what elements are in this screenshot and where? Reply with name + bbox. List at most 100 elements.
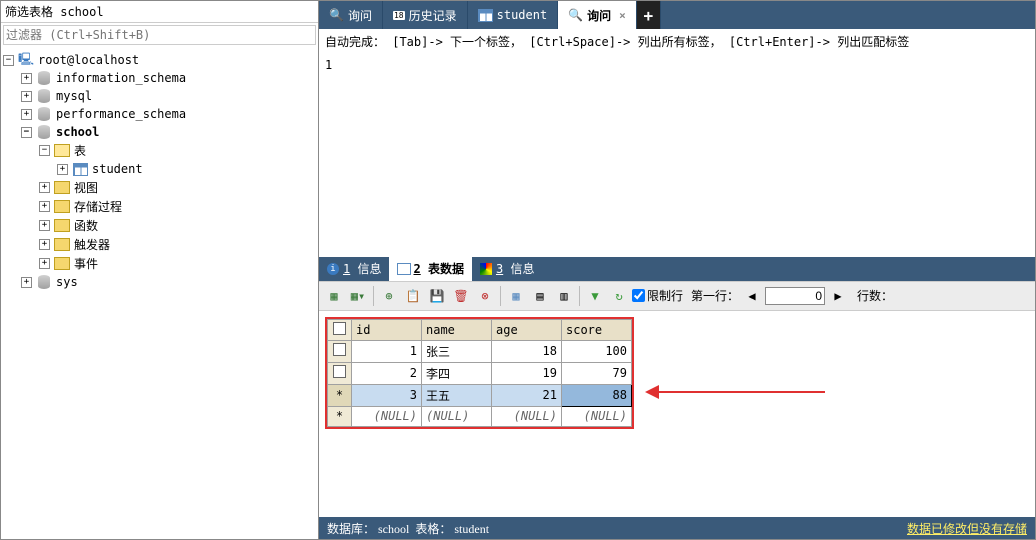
cell-id[interactable]: 3 <box>352 384 422 406</box>
folder-icon <box>54 237 70 253</box>
col-age[interactable]: age <box>492 319 562 340</box>
data-area: id name age score 1 张三 18 100 2 <box>319 311 1035 518</box>
view-text-button[interactable]: ▥ <box>553 285 575 307</box>
delete-button[interactable]: 🗑 <box>450 285 472 307</box>
filter-button[interactable]: ▼ <box>584 285 606 307</box>
add-row-button[interactable]: ▦ <box>323 285 345 307</box>
data-row[interactable]: 2 李四 19 79 <box>328 362 632 384</box>
first-row-input[interactable] <box>765 287 825 305</box>
tree-db-information_schema[interactable]: + information_schema <box>3 69 316 87</box>
btab-info-2[interactable]: 3 信息 <box>472 257 542 281</box>
expand-icon[interactable]: + <box>21 91 32 102</box>
collapse-icon[interactable]: − <box>21 127 32 138</box>
limit-checkbox[interactable] <box>632 289 645 302</box>
expand-icon[interactable]: + <box>21 277 32 288</box>
view-form-button[interactable]: ▤ <box>529 285 551 307</box>
btab-table-data[interactable]: 2 表数据 <box>389 257 471 281</box>
cell-age[interactable]: 21 <box>492 384 562 406</box>
tab-query-2[interactable]: 🔍 询问 × <box>558 1 637 29</box>
col-name[interactable]: name <box>422 319 492 340</box>
expand-icon[interactable]: + <box>39 239 50 250</box>
cell-age[interactable]: 19 <box>492 362 562 384</box>
add-row-dropdown[interactable]: ▦▾ <box>347 285 369 307</box>
tree-folder-functions[interactable]: + 函数 <box>3 216 316 235</box>
data-grid[interactable]: id name age score 1 张三 18 100 2 <box>327 319 632 427</box>
database-icon <box>36 88 52 104</box>
col-id[interactable]: id <box>352 319 422 340</box>
tree-root[interactable]: − 🖳 root@localhost <box>3 51 316 69</box>
cell-null[interactable]: (NULL) <box>492 406 562 426</box>
result-tabs: i 1 信息 2 表数据 3 信息 <box>319 257 1035 281</box>
expand-icon[interactable]: + <box>39 220 50 231</box>
main-panel: 🔍 询问 18 历史记录 student 🔍 询问 × + 自动完成： [Tab… <box>319 1 1035 539</box>
cell-name[interactable]: 王五 <box>422 384 492 406</box>
next-page-button[interactable]: ▶ <box>827 285 849 307</box>
tree-folder-tables[interactable]: − 表 <box>3 141 316 160</box>
cell-name[interactable]: 张三 <box>422 340 492 362</box>
folder-icon <box>54 180 70 196</box>
copy-button[interactable]: 📋 <box>402 285 424 307</box>
separator <box>500 286 501 306</box>
data-row-selected[interactable]: * 3 王五 21 88 <box>328 384 632 406</box>
tab-student[interactable]: student <box>468 1 559 29</box>
row-checkbox[interactable] <box>333 343 346 356</box>
col-score[interactable]: score <box>562 319 632 340</box>
tab-history[interactable]: 18 历史记录 <box>383 1 468 29</box>
save-button[interactable]: 💾 <box>426 285 448 307</box>
expand-icon[interactable]: + <box>39 201 50 212</box>
sql-editor[interactable]: 1 <box>319 54 1035 257</box>
tree-db-mysql[interactable]: + mysql <box>3 87 316 105</box>
tree-folder-procedures[interactable]: + 存储过程 <box>3 197 316 216</box>
expand-icon[interactable]: + <box>21 73 32 84</box>
data-row[interactable]: 1 张三 18 100 <box>328 340 632 362</box>
cell-score[interactable]: 100 <box>562 340 632 362</box>
cell-null[interactable]: (NULL) <box>562 406 632 426</box>
refresh-button[interactable]: ↻ <box>608 285 630 307</box>
sidebar: 筛选表格 school − 🖳 root@localhost + informa… <box>1 1 319 539</box>
cell-age[interactable]: 18 <box>492 340 562 362</box>
cell-score-active[interactable]: 88 <box>562 384 632 406</box>
view-grid-button[interactable]: ▦ <box>505 285 527 307</box>
database-icon <box>36 274 52 290</box>
header-row: id name age score <box>328 319 632 340</box>
expand-icon[interactable]: + <box>57 164 68 175</box>
cancel-button[interactable]: ⊗ <box>474 285 496 307</box>
expand-icon[interactable]: + <box>39 182 50 193</box>
tree-table-student[interactable]: + student <box>3 160 316 178</box>
collapse-icon[interactable]: − <box>39 145 50 156</box>
select-all-checkbox[interactable] <box>333 322 346 335</box>
prev-page-button[interactable]: ◀ <box>741 285 763 307</box>
filter-input[interactable] <box>3 25 316 45</box>
table-icon <box>72 161 88 177</box>
new-tab-button[interactable]: + <box>637 1 661 29</box>
btab-info-1[interactable]: i 1 信息 <box>319 257 389 281</box>
tree-db-performance_schema[interactable]: + performance_schema <box>3 105 316 123</box>
line-number: 1 <box>325 58 332 72</box>
close-icon[interactable]: × <box>619 9 626 22</box>
tree-folder-triggers[interactable]: + 触发器 <box>3 235 316 254</box>
expand-icon[interactable]: + <box>21 109 32 120</box>
separator <box>579 286 580 306</box>
expand-icon[interactable]: + <box>39 258 50 269</box>
tab-query-1[interactable]: 🔍 询问 <box>319 1 383 29</box>
tree-folder-views[interactable]: + 视图 <box>3 178 316 197</box>
cell-score[interactable]: 79 <box>562 362 632 384</box>
row-checkbox[interactable] <box>333 365 346 378</box>
limit-label: 限制行 <box>647 287 683 304</box>
tree-db-sys[interactable]: + sys <box>3 273 316 291</box>
insert-button[interactable]: ⊕ <box>378 285 400 307</box>
status-unsaved-warning[interactable]: 数据已修改但没有存储 <box>907 520 1027 537</box>
cell-id[interactable]: 2 <box>352 362 422 384</box>
tree-db-school[interactable]: − school <box>3 123 316 141</box>
grid-icon <box>397 263 409 275</box>
first-row-label: 第一行： <box>691 287 739 304</box>
cell-null[interactable]: (NULL) <box>352 406 422 426</box>
cell-name[interactable]: 李四 <box>422 362 492 384</box>
query-icon: 🔍 <box>329 8 344 22</box>
cell-null[interactable]: (NULL) <box>422 406 492 426</box>
cell-id[interactable]: 1 <box>352 340 422 362</box>
server-icon: 🖳 <box>18 52 34 68</box>
new-row[interactable]: * (NULL) (NULL) (NULL) (NULL) <box>328 406 632 426</box>
collapse-icon[interactable]: − <box>3 55 14 66</box>
tree-folder-events[interactable]: + 事件 <box>3 254 316 273</box>
